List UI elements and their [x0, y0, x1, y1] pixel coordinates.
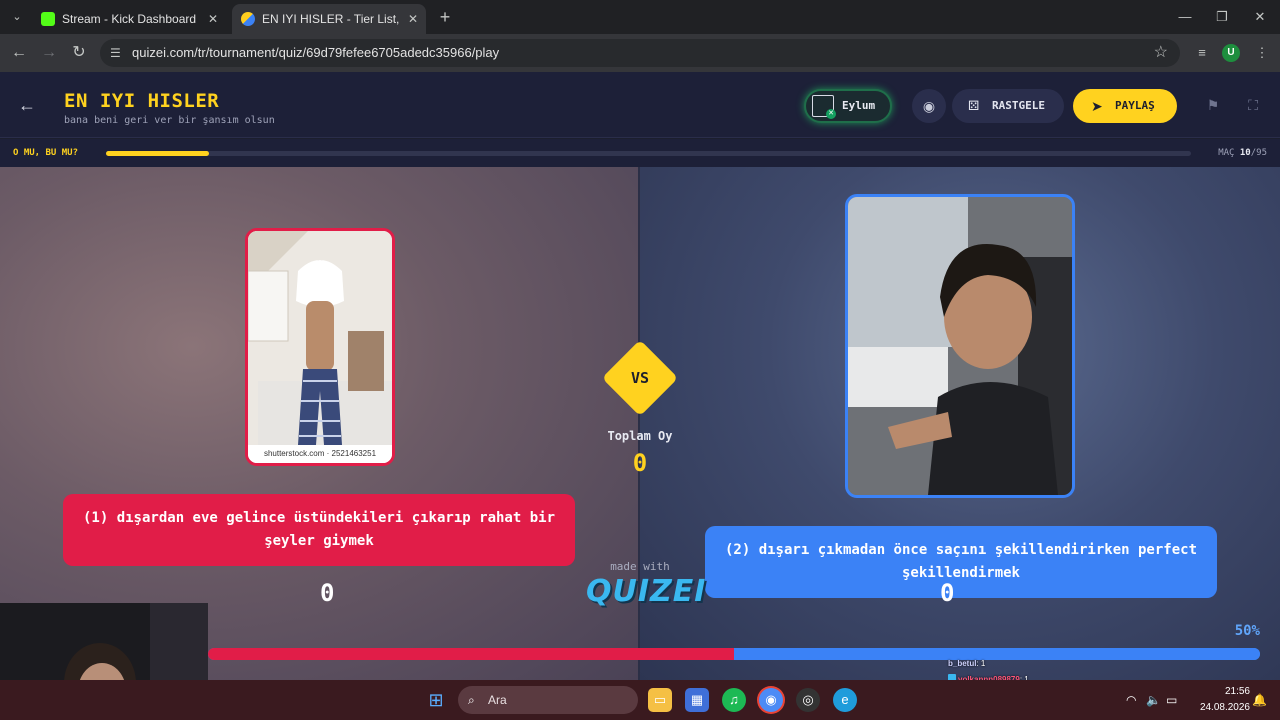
wifi-icon[interactable]: ◠ [1126, 690, 1136, 710]
online-badge-icon: ✕ [826, 109, 836, 119]
new-tab-plus-icon[interactable]: + [434, 6, 456, 28]
progress-track [106, 151, 1191, 156]
media-controls-icon[interactable]: ≡ [1192, 43, 1212, 63]
windows-taskbar: ⊞ ⌕ Ara ▭ ▦ ♫ ◉ ◎ e ◠ 🔈 ▭ 21:56 24.08.20… [0, 680, 1280, 720]
total-votes-label: Toplam Oy [607, 429, 673, 443]
windows-start-icon[interactable]: ⊞ [424, 688, 448, 712]
tab-title: Stream - Kick Dashboard [62, 12, 197, 26]
right-photo-illustration [848, 197, 1072, 495]
right-choice-button[interactable]: (2) dışarı çıkmadan önce saçını şekillen… [705, 526, 1217, 598]
browser-tab-bar: ⌄ Stream - Kick Dashboard ✕ EN IYI HISLE… [0, 0, 1280, 34]
quizei-logo[interactable]: QUIZEI [586, 574, 705, 609]
left-choice-button[interactable]: (1) dışardan eve gelince üstündekileri ç… [63, 494, 575, 566]
tab-close-icon[interactable]: ✕ [408, 4, 418, 34]
random-button[interactable]: ⚄ RASTGELE [952, 89, 1064, 123]
right-vote-count: 0 [940, 579, 955, 607]
kick-favicon-icon [41, 12, 55, 26]
user-name: Eylum [842, 99, 876, 112]
tab-close-icon[interactable]: ✕ [208, 4, 218, 34]
browser-tab-kick[interactable]: Stream - Kick Dashboard ✕ [32, 4, 226, 34]
volume-icon[interactable]: 🔈 [1146, 690, 1161, 710]
obs-icon[interactable]: ◎ [796, 688, 820, 712]
fullscreen-icon[interactable]: ⛶ [1242, 94, 1264, 116]
spotify-icon[interactable]: ♫ [722, 688, 746, 712]
tab-title: EN IYI HISLER - Tier List, Kör Sır [262, 12, 400, 26]
window-close-icon[interactable]: ✕ [1245, 6, 1275, 28]
taskbar-search[interactable]: ⌕ Ara [458, 686, 638, 714]
clock-time: 21:56 [1224, 686, 1250, 697]
share-button-label: PAYLAŞ [1115, 99, 1155, 112]
chat-message: b_betul: 1 [948, 656, 1148, 672]
progress-fill [106, 151, 210, 156]
battery-icon[interactable]: ▭ [1166, 690, 1177, 710]
taskbar-search-label: Ara [488, 693, 507, 707]
chat-text: : 1 [976, 659, 986, 668]
left-vote-count: 0 [320, 579, 335, 607]
quiz-header: ← EN IYI HISLER bana beni geri ver bir ş… [0, 72, 1280, 138]
chat-username[interactable]: b_betul [948, 659, 976, 668]
match-counter: MAÇ 10/95 [1218, 139, 1267, 167]
share-button[interactable]: ➤ PAYLAŞ [1073, 89, 1177, 123]
url-text[interactable]: quizei.com/tr/tournament/quiz/69d79fefee… [132, 39, 499, 67]
reload-icon[interactable]: ↻ [68, 42, 90, 64]
vs-label: VS [630, 369, 650, 387]
progress-label: O MU, BU MU? [13, 148, 79, 158]
quiz-progress-row: O MU, BU MU? MAÇ 10/95 [0, 139, 1280, 167]
chrome-icon[interactable]: ◉ [759, 688, 783, 712]
clock-date: 24.08.2026 [1199, 702, 1250, 713]
browser-forward-icon[interactable]: → [38, 42, 60, 64]
left-choice-text: (1) dışardan eve gelince üstündekileri ç… [82, 510, 555, 549]
minimize-icon[interactable]: — [1170, 6, 1200, 28]
taskbar-clock[interactable]: 21:56 24.08.2026 [1190, 684, 1250, 716]
left-photo-illustration [248, 231, 392, 463]
search-icon: ⌕ [468, 693, 475, 707]
file-explorer-icon[interactable]: ▭ [648, 688, 672, 712]
user-pill[interactable]: ✕ Eylum [804, 89, 892, 123]
right-choice-text: (2) dışarı çıkmadan önce saçını şekillen… [724, 542, 1197, 581]
edge-icon[interactable]: e [833, 688, 857, 712]
total-matches: /95 [1250, 148, 1267, 158]
quiz-subtitle: bana beni geri ver bir şansım olsun [64, 115, 275, 126]
browser-tab-quizei[interactable]: EN IYI HISLER - Tier List, Kör Sır ✕ [232, 4, 426, 34]
flag-icon[interactable]: ⚑ [1202, 94, 1224, 116]
quizei-favicon-icon [241, 12, 255, 26]
url-bar[interactable]: ☰ quizei.com/tr/tournament/quiz/69d79fef… [100, 39, 1180, 67]
random-button-label: RASTGELE [992, 99, 1045, 112]
browser-menu-icon[interactable]: ⋮ [1252, 43, 1272, 63]
maximize-icon[interactable]: ❐ [1207, 6, 1237, 28]
dice-icon: ⚄ [968, 98, 980, 113]
site-info-icon[interactable]: ☰ [110, 46, 124, 60]
send-icon: ➤ [1091, 98, 1103, 114]
browser-address-bar: ← → ↻ ☰ quizei.com/tr/tournament/quiz/69… [0, 34, 1280, 72]
eye-icon[interactable]: ◉ [912, 89, 946, 123]
current-match: 10 [1239, 148, 1251, 158]
left-vote-share [208, 648, 734, 660]
image-watermark: shutterstock.com · 2521463251 [248, 445, 392, 463]
quiz-title: EN IYI HISLER [64, 90, 220, 112]
profile-avatar[interactable]: U [1222, 44, 1240, 62]
notification-bell-icon[interactable]: 🔔 [1252, 690, 1267, 710]
made-with-label: made with [610, 560, 670, 573]
total-votes-value: 0 [632, 449, 648, 477]
right-choice-image[interactable] [845, 194, 1075, 498]
arrow-left-icon[interactable]: ← [16, 94, 38, 116]
vote-percent-label: 50% [1234, 623, 1260, 639]
bookmark-star-icon[interactable]: ☆ [1154, 39, 1168, 67]
store-icon[interactable]: ▦ [685, 688, 709, 712]
left-choice-image[interactable]: shutterstock.com · 2521463251 [245, 228, 395, 466]
match-prefix: MAÇ [1218, 148, 1235, 158]
browser-back-icon[interactable]: ← [8, 42, 30, 64]
tab-list-button[interactable]: ⌄ [7, 7, 27, 27]
